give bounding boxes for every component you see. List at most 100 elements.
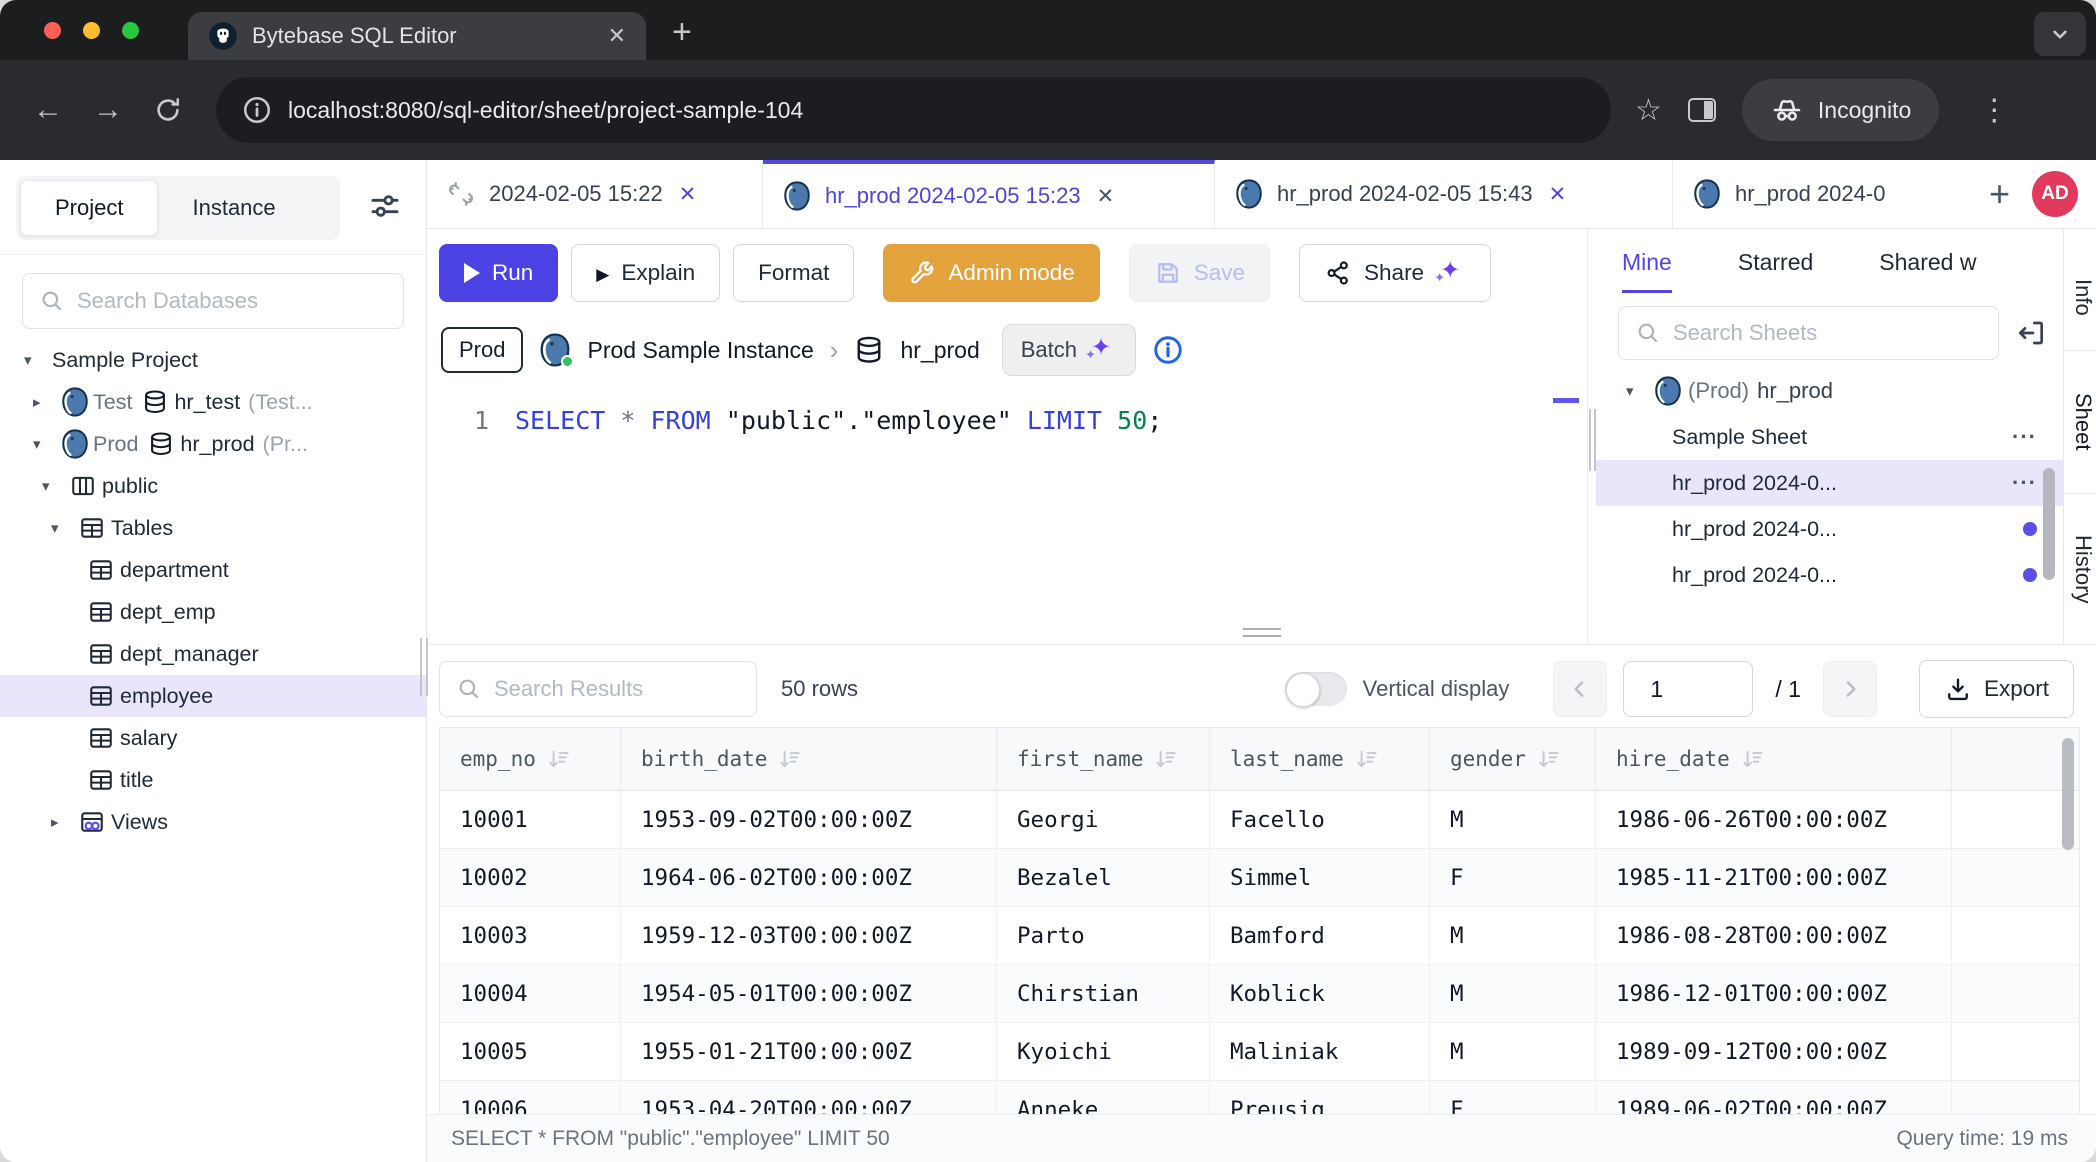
cell-first-name[interactable]: Bezalel (997, 849, 1210, 906)
cell-first-name[interactable]: Chirstian (997, 965, 1210, 1022)
tree-item[interactable]: Sample Project (0, 339, 426, 381)
cell-hire-date[interactable]: 1989-06-02T00:00:00Z (1596, 1081, 1952, 1114)
cell-hire-date[interactable]: 1989-09-12T00:00:00Z (1596, 1023, 1952, 1080)
tree-item[interactable]: public (0, 465, 426, 507)
close-tab-icon[interactable]: ✕ (608, 23, 626, 49)
chevron-icon[interactable] (24, 351, 52, 369)
table-scrollbar[interactable] (2062, 738, 2074, 850)
tree-item[interactable]: Tables (0, 507, 426, 549)
tab-instance[interactable]: Instance (158, 180, 309, 236)
editor-tab[interactable]: 2024-02-05 15:22 ✕ (427, 160, 763, 228)
sheet-panel-tab[interactable]: Mine (1622, 249, 1672, 293)
table-row[interactable]: 10001 1953-09-02T00:00:00Z Georgi Facell… (440, 791, 2079, 849)
sheet-panel-tab[interactable]: Starred (1738, 249, 1813, 293)
table-row[interactable]: 10006 1953-04-20T00:00:00Z Anneke Preusi… (440, 1081, 2079, 1114)
sheet-menu-icon[interactable] (2012, 424, 2037, 450)
sort-icon[interactable] (1354, 746, 1380, 772)
new-sheet-button[interactable]: + (1989, 173, 2010, 215)
sort-icon[interactable] (546, 746, 572, 772)
cell-birth-date[interactable]: 1955-01-21T00:00:00Z (621, 1023, 997, 1080)
save-button[interactable]: Save (1129, 244, 1270, 302)
forward-button[interactable]: → (82, 84, 134, 136)
search-sheets-input[interactable] (1673, 320, 1982, 346)
cell-birth-date[interactable]: 1953-09-02T00:00:00Z (621, 791, 997, 848)
share-button[interactable]: Share ✦✦ (1299, 244, 1491, 302)
ai-sparkle-icon[interactable]: ✦✦ (1436, 258, 1466, 288)
search-results-input[interactable] (494, 676, 782, 702)
column-header[interactable]: last_name (1210, 728, 1430, 790)
chevron-icon[interactable] (33, 435, 61, 453)
sort-icon[interactable] (777, 746, 803, 772)
tree-item[interactable]: title (0, 759, 426, 801)
tree-item[interactable]: dept_emp (0, 591, 426, 633)
side-panel-icon[interactable] (1688, 98, 1716, 122)
tree-item[interactable]: Prod hr_prod (Pr... (0, 423, 426, 465)
sheet-list-item[interactable]: hr_prod 2024-0... (1596, 460, 2063, 506)
sheet-list-item[interactable]: Sample Sheet (1596, 414, 2063, 460)
close-icon[interactable]: ✕ (1549, 182, 1567, 207)
cell-gender[interactable]: M (1430, 1023, 1596, 1080)
results-search-box[interactable] (439, 661, 757, 717)
rail-tab[interactable]: History (2064, 494, 2096, 644)
sheet-list-item[interactable]: hr_prod 2024-0... (1596, 506, 2063, 552)
cell-emp-no[interactable]: 10001 (440, 791, 621, 848)
sheet-menu-icon[interactable] (2012, 470, 2037, 496)
zoom-window-button[interactable] (122, 22, 139, 39)
cell-gender[interactable]: M (1430, 907, 1596, 964)
prev-page-button[interactable] (1553, 661, 1607, 717)
sheet-list-scrollbar[interactable] (2043, 468, 2055, 580)
table-row[interactable]: 10002 1964-06-02T00:00:00Z Bezalel Simme… (440, 849, 2079, 907)
batch-button[interactable]: Batch ✦✦ (1002, 324, 1136, 376)
run-button[interactable]: Run (439, 244, 558, 302)
table-row[interactable]: 10005 1955-01-21T00:00:00Z Kyoichi Malin… (440, 1023, 2079, 1081)
collapse-panel-icon[interactable] (2015, 317, 2047, 349)
chevron-icon[interactable] (51, 519, 79, 537)
bookmark-star-icon[interactable]: ☆ (1635, 93, 1662, 128)
cell-emp-no[interactable]: 10003 (440, 907, 621, 964)
reload-button[interactable] (142, 84, 194, 136)
cell-birth-date[interactable]: 1953-04-20T00:00:00Z (621, 1081, 997, 1114)
sheet-list-item[interactable]: hr_prod 2024-0... (1596, 552, 2063, 598)
sort-icon[interactable] (1153, 746, 1179, 772)
filter-settings-button[interactable] (368, 189, 402, 228)
cell-hire-date[interactable]: 1985-11-21T00:00:00Z (1596, 849, 1952, 906)
cell-hire-date[interactable]: 1986-08-28T00:00:00Z (1596, 907, 1952, 964)
close-icon[interactable]: ✕ (679, 182, 697, 207)
cell-first-name[interactable]: Kyoichi (997, 1023, 1210, 1080)
cell-last-name[interactable]: Bamford (1210, 907, 1430, 964)
editor-tab[interactable]: hr_prod 2024-0 (1673, 160, 1925, 228)
editor-tab[interactable]: hr_prod 2024-02-05 15:23 ✕ (763, 160, 1215, 228)
minimize-window-button[interactable] (83, 22, 100, 39)
cell-gender[interactable]: F (1430, 849, 1596, 906)
cell-gender[interactable]: F (1430, 1081, 1596, 1114)
cell-last-name[interactable]: Facello (1210, 791, 1430, 848)
close-icon[interactable]: ✕ (1097, 184, 1115, 209)
sheet-connection-item[interactable]: (Prod) hr_prod (1596, 368, 2063, 414)
rail-tab[interactable]: Sheet (2064, 351, 2096, 494)
database-search-box[interactable] (22, 273, 404, 329)
chevron-down-icon[interactable] (1626, 382, 1654, 400)
database-name[interactable]: hr_prod (900, 337, 979, 364)
cell-hire-date[interactable]: 1986-06-26T00:00:00Z (1596, 791, 1952, 848)
info-icon[interactable] (1152, 334, 1184, 366)
site-info-icon[interactable] (242, 95, 272, 125)
editor-tab[interactable]: hr_prod 2024-02-05 15:43 ✕ (1215, 160, 1673, 228)
avatar[interactable]: AD (2032, 171, 2078, 217)
cell-birth-date[interactable]: 1964-06-02T00:00:00Z (621, 849, 997, 906)
tree-item[interactable]: employee (0, 675, 426, 717)
column-header[interactable]: hire_date (1596, 728, 1952, 790)
export-button[interactable]: Export (1919, 660, 2074, 718)
cell-gender[interactable]: M (1430, 965, 1596, 1022)
cell-first-name[interactable]: Parto (997, 907, 1210, 964)
tab-project[interactable]: Project (20, 180, 158, 236)
new-tab-button[interactable]: + (672, 13, 692, 52)
chevron-icon[interactable] (33, 393, 61, 411)
panel-resize-handle[interactable] (1587, 229, 1596, 644)
tab-search-button[interactable] (2034, 12, 2086, 56)
sheet-search-box[interactable] (1618, 306, 1999, 360)
cell-first-name[interactable]: Georgi (997, 791, 1210, 848)
tree-item[interactable]: Test hr_test (Test... (0, 381, 426, 423)
cell-last-name[interactable]: Preusig (1210, 1081, 1430, 1114)
results-resize-handle[interactable] (1243, 628, 1281, 637)
tree-item[interactable]: department (0, 549, 426, 591)
